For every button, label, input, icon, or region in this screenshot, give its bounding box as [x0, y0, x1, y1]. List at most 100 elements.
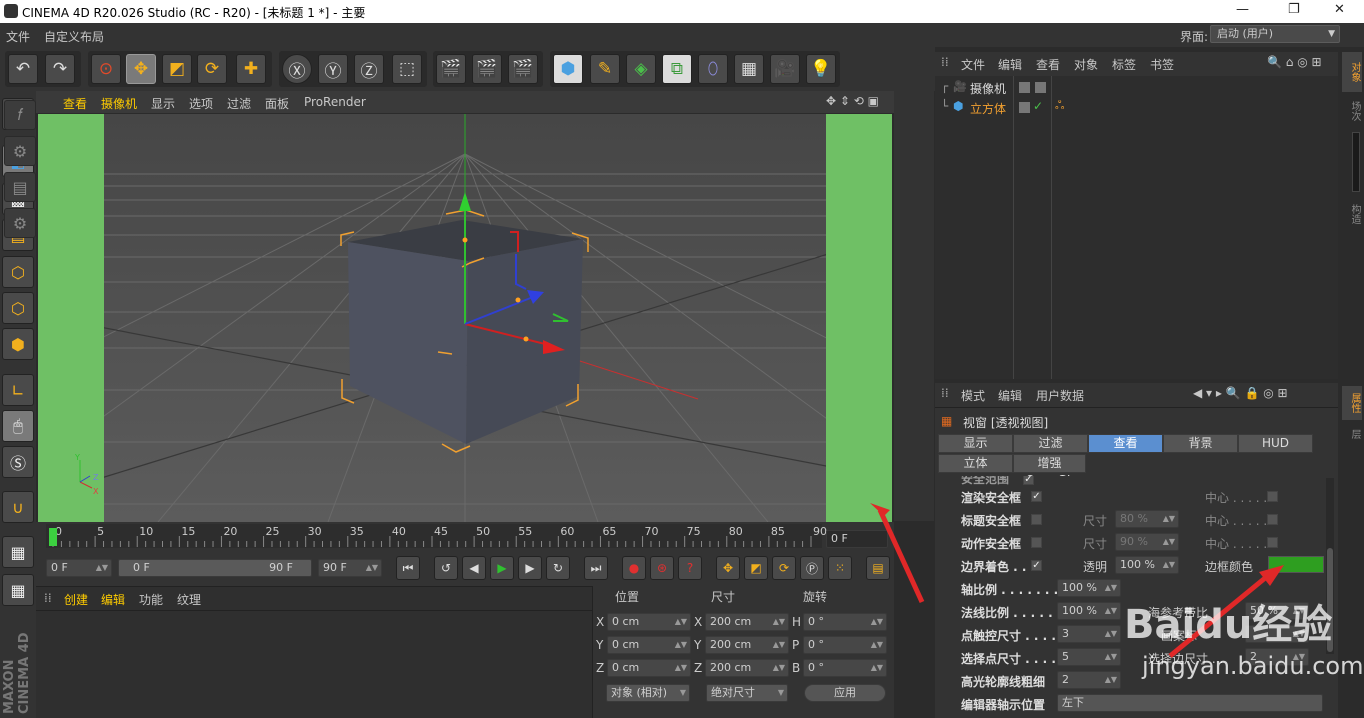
minimize-button[interactable]: —: [1236, 2, 1249, 17]
polygons-mode-icon[interactable]: ⬢: [2, 328, 34, 360]
pen-spline-icon[interactable]: ✎: [590, 54, 620, 84]
points-mode-icon[interactable]: ⬡: [2, 256, 34, 288]
x-axis-icon[interactable]: Ⓧ: [282, 54, 312, 84]
tweak-mode-icon[interactable]: 🖱: [2, 410, 34, 442]
axis-scale-field[interactable]: 100 % ▲▼: [1057, 579, 1121, 597]
mat-menu-texture[interactable]: 纹理: [177, 591, 201, 608]
mat-menu-function[interactable]: 功能: [139, 591, 163, 608]
point-handle-field[interactable]: 3 ▲▼: [1057, 625, 1121, 643]
record-icon[interactable]: ●: [622, 556, 646, 580]
go-to-end-icon[interactable]: ⏭: [584, 556, 608, 580]
coord-mode-select[interactable]: 对象 (相对) ▼: [606, 684, 690, 702]
coord-size-field[interactable]: 200 cm ▲▼: [705, 613, 789, 631]
vp-menu-filter[interactable]: 过滤: [227, 95, 251, 112]
redo-icon[interactable]: ↷: [45, 54, 75, 84]
menu-custom-layout[interactable]: 自定义布局: [44, 28, 104, 45]
om-menu-tags[interactable]: 标签: [1112, 56, 1136, 73]
deformer-icon[interactable]: ⬯: [698, 54, 728, 84]
side-tab-attributes[interactable]: 属性: [1342, 386, 1362, 420]
coord-rot-field[interactable]: 0 ° ▲▼: [803, 636, 887, 654]
mat-menu-edit[interactable]: 编辑: [101, 591, 125, 608]
move-tool-icon[interactable]: ✥: [126, 54, 156, 84]
handle-center[interactable]: [515, 297, 521, 303]
coord-size-field[interactable]: 200 cm ▲▼: [705, 659, 789, 677]
coord-rot-field[interactable]: 0 ° ▲▼: [803, 659, 887, 677]
coord-pos-field[interactable]: 0 cm ▲▼: [607, 613, 691, 631]
attr-tab[interactable]: 增强OpenGL: [1013, 454, 1086, 487]
y-axis-icon[interactable]: Ⓨ: [318, 54, 348, 84]
current-frame-field[interactable]: 0 F: [826, 530, 888, 548]
close-button[interactable]: ✕: [1334, 2, 1345, 17]
coord-pos-field[interactable]: 0 cm ▲▼: [607, 636, 691, 654]
gear-disabled-icon[interactable]: ⚙: [4, 136, 36, 166]
viewport[interactable]: Y Z X: [38, 114, 892, 522]
om-menu-edit[interactable]: 编辑: [998, 56, 1022, 73]
nav-ref-field[interactable]: 50 % ▲▼: [1245, 602, 1309, 620]
attr-tab[interactable]: 背景: [1163, 434, 1238, 453]
array-icon[interactable]: ⧉: [662, 54, 692, 84]
camera-icon[interactable]: 🎥: [770, 54, 800, 84]
object-list[interactable]: ┌ 🎥 摄像机 └ ⬢ 立方体 ✓ ஃ: [935, 76, 1338, 379]
am-menu-mode[interactable]: 模式: [961, 387, 985, 404]
key-position-icon[interactable]: ✥: [716, 556, 740, 580]
rotate-tool-icon[interactable]: ⟳: [197, 54, 227, 84]
attr-tab[interactable]: 过滤: [1013, 434, 1088, 453]
vp-menu-options[interactable]: 选项: [189, 95, 213, 112]
side-tab-takes[interactable]: 场次: [1342, 94, 1362, 128]
title-center-check[interactable]: [1267, 514, 1278, 525]
handle-top[interactable]: [462, 237, 468, 243]
am-tool-icons[interactable]: ◀ ▾ ▸ 🔍 🔒 ◎ ⊞: [1193, 386, 1288, 400]
viewport-nav-icons[interactable]: ✥ ⇕ ⟲ ▣: [826, 94, 879, 108]
attr-scrollbar[interactable]: [1326, 478, 1334, 654]
editor-axis-select[interactable]: 左下: [1057, 694, 1323, 712]
enabled-check-icon[interactable]: ✓: [1033, 99, 1043, 113]
side-tab-objects[interactable]: 对象: [1342, 52, 1362, 92]
sculpt-icon[interactable]: ▤: [4, 172, 36, 202]
om-menu-objects[interactable]: 对象: [1074, 56, 1098, 73]
side-tab-layers[interactable]: 层: [1342, 424, 1362, 444]
magnet-icon[interactable]: ∪: [2, 491, 34, 523]
menu-file[interactable]: 文件: [6, 28, 30, 45]
cube-icon[interactable]: ⬢: [553, 54, 583, 84]
autokey-icon[interactable]: ⊛: [650, 556, 674, 580]
select-tool-icon[interactable]: ⊙: [91, 54, 121, 84]
subdivision-icon[interactable]: ◈: [626, 54, 656, 84]
undo-icon[interactable]: ↶: [8, 54, 38, 84]
playhead[interactable]: [49, 528, 57, 546]
size-mode-select[interactable]: 绝对尺寸 ▼: [706, 684, 788, 702]
snap-icon[interactable]: Ⓢ: [2, 446, 34, 478]
transparency-field[interactable]: 100 % ▲▼: [1115, 556, 1179, 574]
normal-scale-field[interactable]: 100 % ▲▼: [1057, 602, 1121, 620]
action-safe-check[interactable]: [1031, 537, 1042, 548]
vp-menu-panel[interactable]: 面板: [265, 95, 289, 112]
spline-f-icon[interactable]: 𝑓: [4, 100, 36, 130]
z-axis-icon[interactable]: Ⓩ: [354, 54, 384, 84]
render-center-check[interactable]: [1267, 491, 1278, 502]
grid-snap-icon[interactable]: ▦: [2, 536, 34, 568]
timeline[interactable]: 0 5 10 15 20 25 30 35 40 45 50 55 60 65 70 75 80 85 90: [36, 522, 894, 550]
prev-key-icon[interactable]: ↺: [434, 556, 458, 580]
action-size-field[interactable]: 90 % ▲▼: [1115, 533, 1179, 551]
phong-tag-icon[interactable]: ஃ: [1055, 98, 1064, 114]
visibility-toggle[interactable]: [1019, 102, 1030, 113]
mix-field[interactable]: ▲▼: [1245, 625, 1309, 643]
apply-button[interactable]: 应用: [804, 684, 886, 702]
next-frame-icon[interactable]: ▶: [518, 556, 542, 580]
vp-menu-display[interactable]: 显示: [151, 95, 175, 112]
om-tool-icons[interactable]: 🔍 ⌂ ◎ ⊞: [1267, 55, 1322, 69]
mat-menu-create[interactable]: 创建: [64, 591, 88, 608]
visibility-toggle[interactable]: [1019, 82, 1030, 93]
edges-mode-icon[interactable]: ⬡: [2, 292, 34, 324]
border-shade-check[interactable]: ✓: [1031, 560, 1042, 571]
action-center-check[interactable]: [1267, 537, 1278, 548]
floor-icon[interactable]: ▦: [734, 54, 764, 84]
vp-menu-view[interactable]: 查看: [63, 95, 87, 112]
key-rotation-icon[interactable]: ⟳: [772, 556, 796, 580]
scale-tool-icon[interactable]: ◩: [162, 54, 192, 84]
om-menu-view[interactable]: 查看: [1036, 56, 1060, 73]
next-key-icon[interactable]: ↻: [546, 556, 570, 580]
safe-area-check[interactable]: ✓: [1023, 476, 1034, 485]
render-view-icon[interactable]: 🎬: [436, 54, 466, 84]
attr-tab[interactable]: 显示: [938, 434, 1013, 453]
select-point-field[interactable]: 5 ▲▼: [1057, 648, 1121, 666]
